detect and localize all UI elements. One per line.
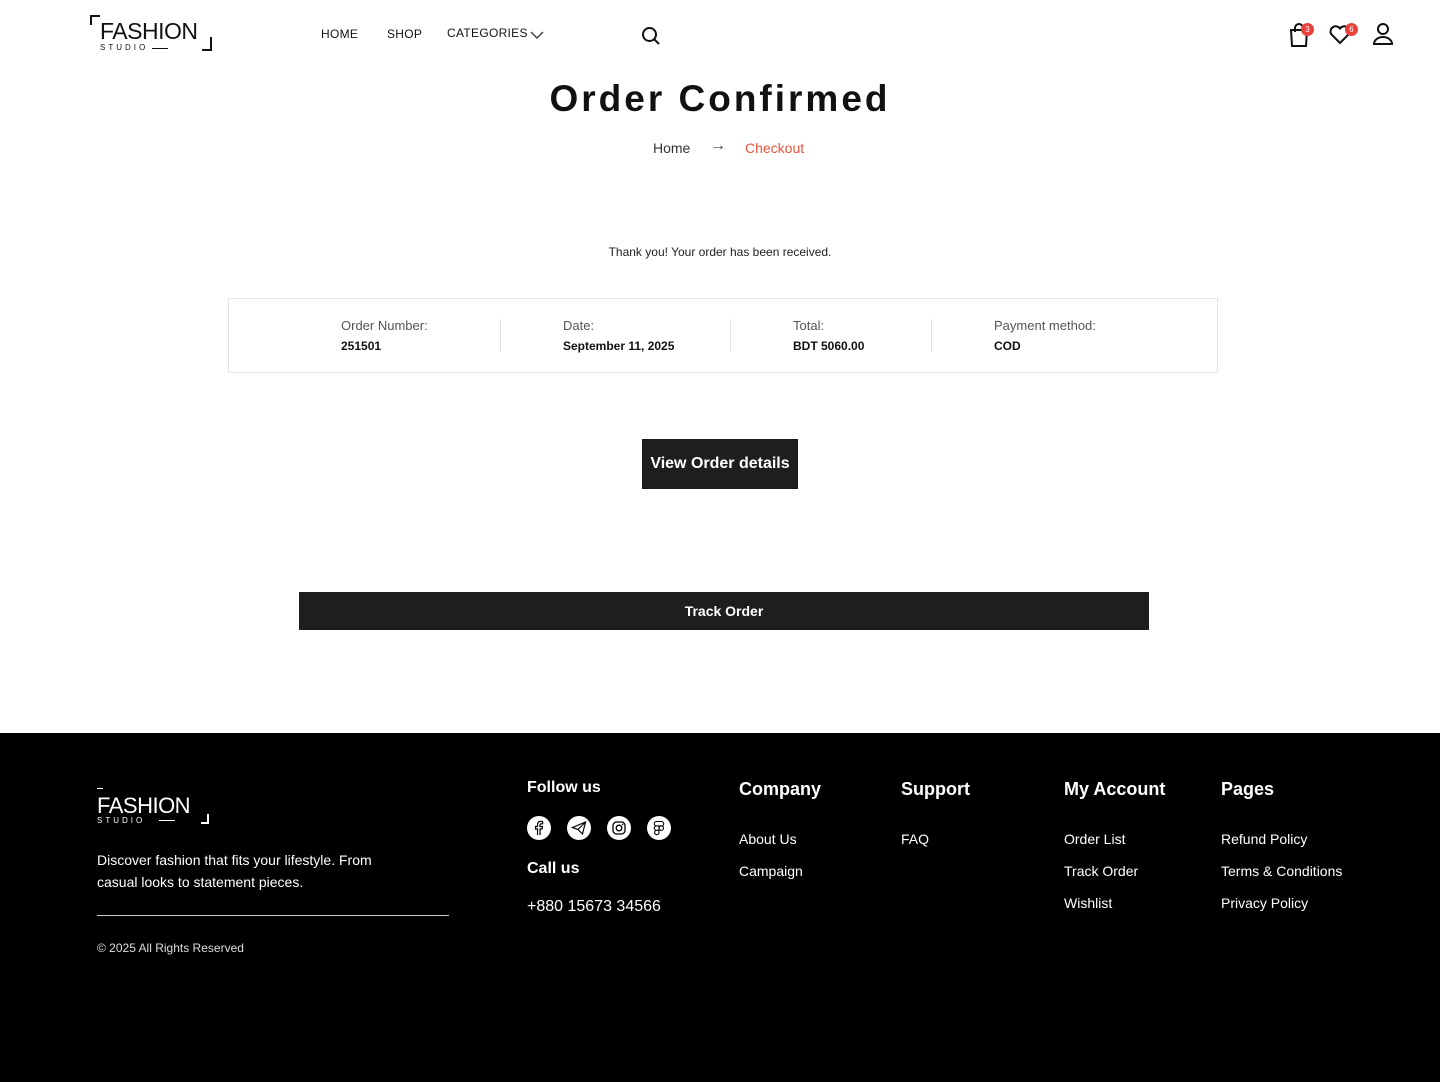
wishlist-count-badge: 6 (1345, 23, 1358, 36)
phone-number[interactable]: +880 15673 34566 (527, 898, 661, 916)
footer-logo[interactable]: FASHION STUDIO (97, 788, 209, 825)
copyright: © 2025 All Rights Reserved (97, 941, 244, 955)
breadcrumb-separator: → (710, 137, 726, 154)
nav-categories[interactable]: CATEGORIES (447, 26, 528, 40)
logo-text: FASHION (100, 18, 198, 44)
order-summary: Order Number: 251501 Date: September 11,… (228, 298, 1218, 373)
site-footer: FASHION STUDIO Discover fashion that fit… (0, 733, 1440, 1082)
divider (500, 319, 501, 352)
payment-method-field: Payment method: COD (994, 318, 1096, 353)
logo-corner (201, 814, 209, 824)
order-total-field: Total: BDT 5060.00 (793, 318, 864, 353)
user-icon[interactable] (1372, 22, 1394, 51)
divider (730, 319, 731, 352)
footer-heading-my-account: My Account (1064, 779, 1166, 799)
logo-subtext: STUDIO (100, 43, 149, 52)
footer-link-refund-policy[interactable]: Refund Policy (1221, 831, 1307, 847)
footer-link-campaign[interactable]: Campaign (739, 863, 803, 879)
footer-link-faq[interactable]: FAQ (901, 831, 929, 847)
nav-shop[interactable]: SHOP (387, 27, 422, 41)
footer-link-wishlist[interactable]: Wishlist (1064, 895, 1112, 911)
follow-heading: Follow us (527, 779, 601, 796)
facebook-icon[interactable] (527, 816, 551, 840)
divider (931, 319, 932, 352)
call-heading: Call us (527, 860, 580, 877)
breadcrumb-current: Checkout (745, 140, 805, 156)
payment-method-value: COD (994, 339, 1021, 353)
order-total-label: Total: (793, 318, 825, 333)
logo-corner (202, 37, 212, 51)
thank-you-message: Thank you! Your order has been received. (608, 245, 832, 259)
footer-link-terms-conditions[interactable]: Terms & Conditions (1221, 863, 1342, 879)
order-number-value: 251501 (341, 339, 382, 353)
track-order-button[interactable]: Track Order (299, 592, 1149, 630)
logo-line (159, 820, 175, 821)
footer-heading-support: Support (901, 779, 970, 799)
cart-count-badge: 3 (1301, 23, 1314, 36)
order-number-label: Order Number: (341, 318, 428, 333)
breadcrumb-home[interactable]: Home (653, 140, 690, 156)
order-date-field: Date: September 11, 2025 (563, 318, 674, 353)
footer-link-about-us[interactable]: About Us (739, 831, 797, 847)
instagram-icon[interactable] (607, 816, 631, 840)
figma-icon[interactable] (647, 816, 671, 840)
order-number-field: Order Number: 251501 (341, 318, 428, 353)
chevron-down-icon[interactable] (530, 27, 544, 45)
footer-logo-subtext: STUDIO (97, 816, 146, 825)
telegram-icon[interactable] (567, 816, 591, 840)
logo-corner (97, 788, 103, 789)
nav-home[interactable]: HOME (321, 27, 358, 41)
order-date-label: Date: (563, 318, 595, 333)
footer-link-privacy-policy[interactable]: Privacy Policy (1221, 895, 1308, 911)
footer-heading-pages: Pages (1221, 779, 1275, 799)
order-date-value: September 11, 2025 (563, 339, 675, 353)
footer-link-order-list[interactable]: Order List (1064, 831, 1125, 847)
search-icon[interactable] (641, 26, 661, 51)
footer-divider (97, 915, 449, 916)
logo-line (152, 48, 168, 49)
page-title: Order Confirmed (549, 78, 891, 119)
site-logo[interactable]: FASHION STUDIO (90, 15, 212, 53)
footer-link-track-order[interactable]: Track Order (1064, 863, 1138, 879)
view-order-details-button[interactable]: View Order details (642, 439, 798, 489)
footer-description: Discover fashion that fits your lifestyl… (97, 852, 372, 890)
order-total-value: BDT 5060.00 (793, 339, 865, 353)
payment-method-label: Payment method: (994, 318, 1096, 333)
site-header: FASHION STUDIO HOME SHOP CATEGORIES 3 6 (0, 0, 1440, 70)
logo-corner (90, 15, 100, 25)
footer-heading-company: Company (739, 779, 822, 799)
